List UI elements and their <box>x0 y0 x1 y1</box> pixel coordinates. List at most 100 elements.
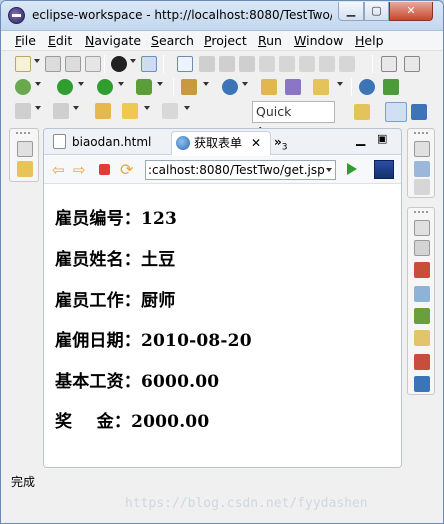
problems-icon[interactable] <box>414 354 430 370</box>
refresh-icon[interactable]: ⟳ <box>120 160 133 179</box>
globe-icon <box>176 136 190 150</box>
external-tools-dropdown-icon[interactable] <box>157 82 163 86</box>
open-task-icon[interactable] <box>285 79 301 95</box>
last-edit-location-icon[interactable] <box>95 103 111 119</box>
more-tabs-button[interactable]: »3 <box>274 131 294 155</box>
run-icon[interactable] <box>57 79 73 95</box>
console-icon[interactable] <box>414 376 430 392</box>
run-server-dropdown-icon[interactable] <box>118 82 124 86</box>
open-perspective-button-icon[interactable] <box>354 104 370 120</box>
browser-toolbar: ⇦ ⇨ ⟳ :calhost:8080/TestTwo/get.jsp <box>44 156 401 184</box>
employee-job-text: 雇员工作：厨师 <box>55 291 176 311</box>
new-class-icon[interactable] <box>222 79 238 95</box>
outline-icon[interactable] <box>414 161 430 177</box>
run-dropdown-icon[interactable] <box>78 82 84 86</box>
skip-breakpoints-icon[interactable] <box>177 56 193 72</box>
markers-icon[interactable] <box>414 240 430 256</box>
back-arrow-icon[interactable]: ⇦ <box>52 161 65 179</box>
project-explorer-icon[interactable] <box>17 161 33 177</box>
data-source-explorer-icon[interactable] <box>414 308 430 324</box>
user-icon[interactable] <box>111 56 127 72</box>
web-browser-icon[interactable] <box>359 79 375 95</box>
next-annotation-icon[interactable] <box>381 56 397 72</box>
step-return-icon[interactable] <box>319 56 335 72</box>
status-bar-text: 完成 <box>11 475 36 489</box>
debug-dropdown-icon[interactable] <box>35 82 41 86</box>
menu-run[interactable]: Run <box>258 33 282 48</box>
open-perspective-icon[interactable] <box>383 79 399 95</box>
save-all-icon[interactable] <box>65 56 81 72</box>
search-dropdown-icon[interactable] <box>337 82 343 86</box>
menu-file[interactable]: File <box>15 33 36 48</box>
watermark-text: https://blog.csdn.net/fyydashen <box>125 496 368 511</box>
terminate-icon[interactable] <box>239 56 255 72</box>
forward-arrow-icon[interactable]: ⇨ <box>73 161 86 179</box>
maximize-editor-icon[interactable]: ▣ <box>377 132 387 145</box>
run-server-icon[interactable] <box>97 79 113 95</box>
servers-icon[interactable] <box>414 286 430 302</box>
new-dropdown-icon[interactable] <box>34 59 40 63</box>
step-over-icon[interactable] <box>299 56 315 72</box>
drop-to-frame-icon[interactable] <box>339 56 355 72</box>
minimize-button[interactable]: ▁ <box>338 2 364 21</box>
menu-help[interactable]: Help <box>355 33 384 48</box>
tab-get-form[interactable]: 获取表单 ✕ <box>171 131 271 155</box>
next-edit-icon[interactable] <box>15 103 31 119</box>
html-file-icon <box>53 134 66 149</box>
tab-biaodan-html[interactable]: biaodan.html <box>52 131 170 155</box>
previous-annotation-icon[interactable] <box>404 56 420 72</box>
menu-edit[interactable]: Edit <box>48 33 72 48</box>
debug-perspective-icon[interactable] <box>411 104 427 120</box>
restore-icon[interactable] <box>414 220 430 236</box>
quick-access-input[interactable]: Quick Access <box>252 101 335 139</box>
step-into-icon[interactable] <box>279 56 295 72</box>
snippets-icon[interactable] <box>414 330 430 346</box>
back-dropdown-icon[interactable] <box>144 106 150 110</box>
open-type-icon[interactable] <box>261 79 277 95</box>
right-minimized-stack-2 <box>407 207 435 395</box>
disconnect-icon[interactable] <box>259 56 275 72</box>
go-icon[interactable] <box>347 163 357 175</box>
close-window-button[interactable]: ✕ <box>389 2 433 21</box>
menu-window[interactable]: Window <box>294 33 343 48</box>
url-dropdown-icon[interactable] <box>326 168 332 172</box>
new-class-dropdown-icon[interactable] <box>242 82 248 86</box>
previous-edit-dropdown-icon[interactable] <box>73 106 79 110</box>
user-dropdown-icon[interactable] <box>130 59 136 63</box>
toolbar-row-2 <box>1 74 443 100</box>
print-icon[interactable] <box>85 56 101 72</box>
debug-icon[interactable] <box>15 79 31 95</box>
menu-navigate[interactable]: Navigate <box>85 33 141 48</box>
external-tools-icon[interactable] <box>136 79 152 95</box>
search-icon[interactable] <box>313 79 329 95</box>
menu-bar: File Edit Navigate Search Project Run Wi… <box>1 31 443 51</box>
menu-project[interactable]: Project <box>204 33 247 48</box>
properties-icon[interactable] <box>414 262 430 278</box>
task-list-icon[interactable] <box>414 179 430 195</box>
employee-id-text: 雇员编号：123 <box>55 209 178 229</box>
terminal-icon[interactable] <box>141 56 157 72</box>
minimize-editor-icon[interactable]: ▁ <box>356 132 365 146</box>
menu-search[interactable]: Search <box>151 33 194 48</box>
maximize-button[interactable]: ▢ <box>364 2 389 21</box>
open-external-browser-icon[interactable] <box>374 160 394 179</box>
forward-icon[interactable] <box>162 103 178 119</box>
resume-icon[interactable] <box>199 56 215 72</box>
new-icon[interactable] <box>15 56 31 72</box>
hire-date-text: 雇佣日期：2010-08-20 <box>55 331 252 351</box>
next-edit-dropdown-icon[interactable] <box>35 106 41 110</box>
close-tab-icon[interactable]: ✕ <box>251 132 261 154</box>
url-input[interactable]: :calhost:8080/TestTwo/get.jsp <box>145 160 336 180</box>
stop-icon[interactable] <box>99 164 110 175</box>
previous-edit-icon[interactable] <box>53 103 69 119</box>
java-ee-perspective-icon[interactable] <box>385 102 407 122</box>
restore-icon[interactable] <box>414 141 430 157</box>
editor-area: biaodan.html 获取表单 ✕ »3 ▁ ▣ ⇦ ⇨ ⟳ :calhos… <box>43 128 402 468</box>
new-java-project-icon[interactable] <box>181 79 197 95</box>
new-java-project-dropdown-icon[interactable] <box>203 82 209 86</box>
back-icon[interactable] <box>122 103 138 119</box>
save-icon[interactable] <box>45 56 61 72</box>
suspend-icon[interactable] <box>219 56 235 72</box>
forward-dropdown-icon[interactable] <box>184 106 190 110</box>
restore-icon[interactable] <box>17 141 33 157</box>
